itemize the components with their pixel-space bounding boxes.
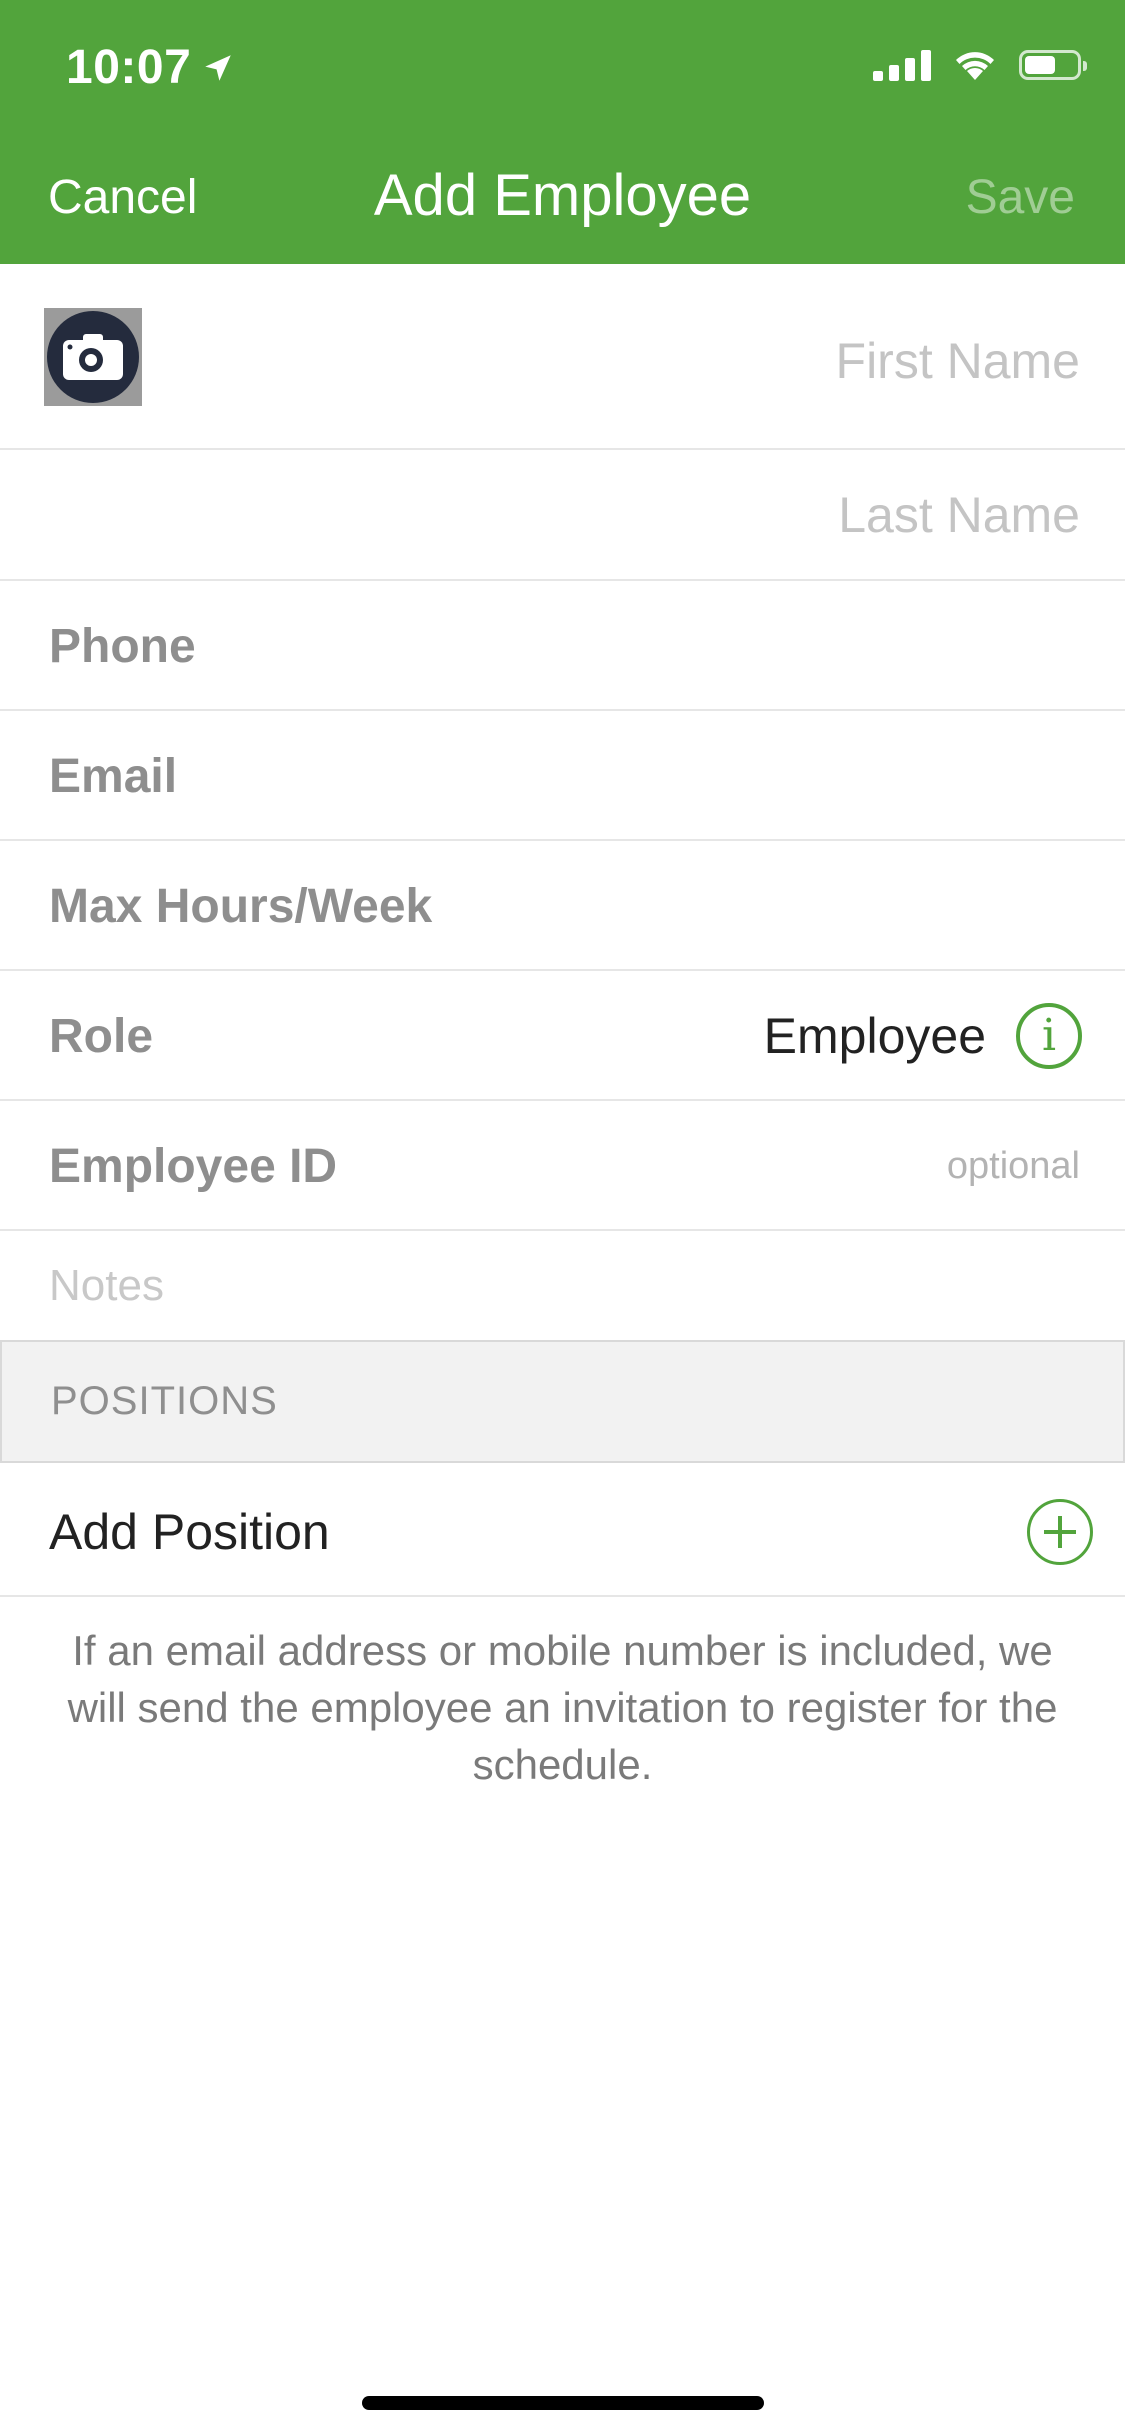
add-position-label[interactable]: Add Position	[49, 1503, 330, 1561]
cancel-button[interactable]: Cancel	[48, 170, 197, 225]
first-name-row: First Name	[0, 264, 1125, 450]
add-position-row[interactable]: Add Position	[0, 1463, 1125, 1597]
cellular-signal-icon	[873, 49, 931, 81]
app-header: 10:07 Cancel Add Employee Save	[0, 0, 1125, 264]
email-field[interactable]: Email	[49, 749, 177, 804]
max-hours-field[interactable]: Max Hours/Week	[49, 879, 432, 934]
phone-row[interactable]: Phone	[0, 581, 1125, 711]
last-name-input[interactable]: Last Name	[838, 486, 1080, 544]
battery-icon	[1019, 50, 1087, 80]
add-photo-button[interactable]	[44, 308, 142, 406]
employee-id-field[interactable]: Employee ID	[49, 1139, 337, 1194]
invitation-note: If an email address or mobile number is …	[67, 1627, 1058, 1788]
battery-level	[1025, 56, 1055, 74]
last-name-row: Last Name	[0, 450, 1125, 581]
photo-circle	[47, 311, 139, 403]
positions-header-label: POSITIONS	[51, 1379, 278, 1423]
role-label: Role	[49, 1010, 154, 1063]
add-position-plus-icon[interactable]	[1027, 1499, 1093, 1565]
notes-input[interactable]: Notes	[49, 1261, 164, 1311]
wifi-icon	[956, 52, 994, 80]
phone-field[interactable]: Phone	[49, 619, 196, 674]
role-value[interactable]: Employee	[764, 1007, 986, 1065]
status-time-text: 10:07	[66, 41, 192, 94]
notes-row[interactable]: Notes	[0, 1231, 1125, 1340]
home-indicator[interactable]	[362, 2396, 764, 2410]
employee-id-row[interactable]: Employee ID optional	[0, 1101, 1125, 1231]
location-arrow-icon	[205, 54, 232, 81]
status-bar-time: 10:07	[66, 40, 235, 95]
info-icon[interactable]: i	[1016, 1003, 1082, 1069]
max-hours-row[interactable]: Max Hours/Week	[0, 841, 1125, 971]
first-name-input[interactable]: First Name	[836, 332, 1080, 390]
save-button[interactable]: Save	[966, 170, 1075, 225]
employee-id-optional-hint: optional	[946, 1145, 1080, 1187]
role-row[interactable]: Role Employee i	[0, 971, 1125, 1101]
positions-section-header: POSITIONS	[0, 1340, 1125, 1463]
email-row[interactable]: Email	[0, 711, 1125, 841]
status-bar-indicators	[873, 48, 1087, 82]
camera-icon	[63, 334, 123, 380]
